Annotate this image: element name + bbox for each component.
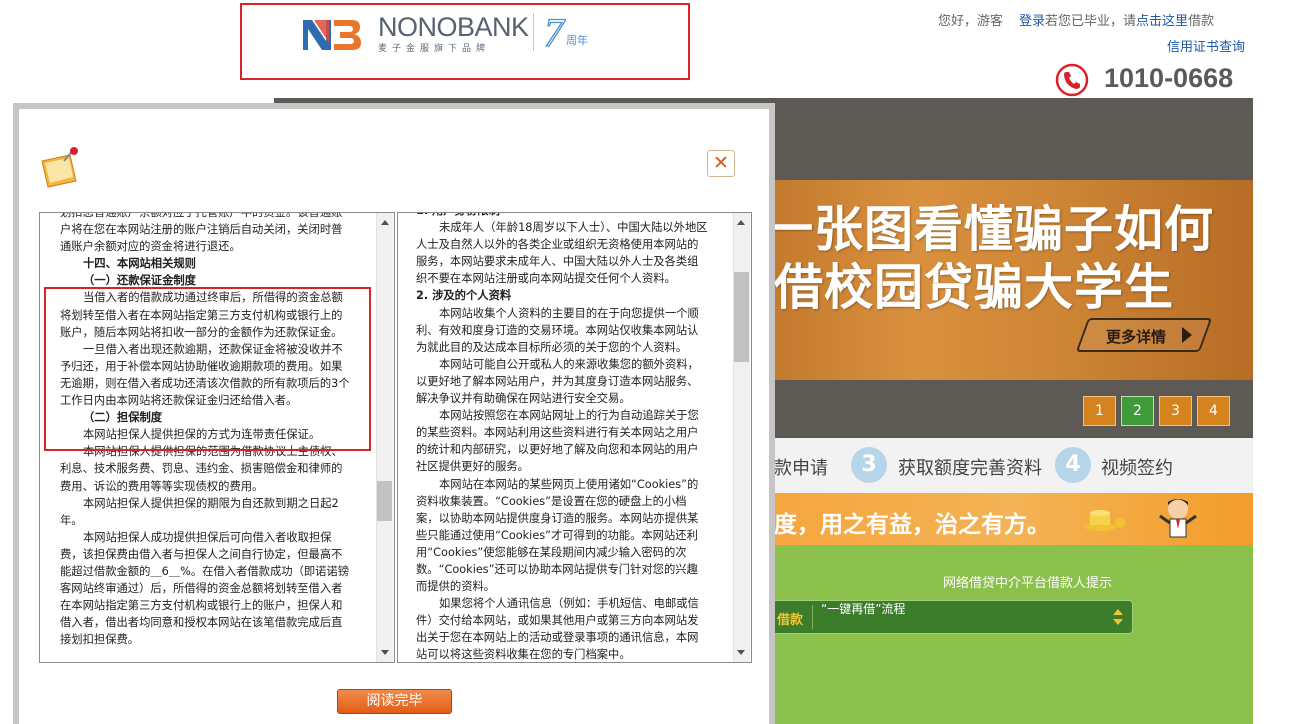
step-3-number: 3 [851, 447, 887, 483]
phone-icon [1055, 63, 1089, 97]
up-down-arrows-icon[interactable] [1112, 606, 1124, 628]
document-pin-icon [41, 147, 78, 188]
right-paragraph: 本网站可能自公开或私人的来源收集您的额外资料，以更好地了解本网站用户，并为其度身… [416, 357, 699, 406]
scroll-up-icon[interactable] [381, 220, 389, 225]
step-4-number: 4 [1055, 447, 1091, 483]
right-paragraph: 未成年人（年龄18周岁以下人士）、中国大陆以外地区人士及自然人以外的各类企业或组… [416, 221, 708, 286]
left-paragraph: 十四、本网站相关规则 [83, 257, 196, 271]
right-paragraph: 如果您将个人通讯信息（例如：手机短信、电邮或信件）交付给本网站，或如果其他用户或… [416, 597, 699, 662]
banner-dot-1[interactable]: 1 [1083, 396, 1116, 426]
hotline-number: 1010-0668 [1104, 63, 1234, 93]
left-paragraph: 划扣您普通账户余额对应于托管账户中的资金。该普通账户将在您在本网站注册的账户注销… [60, 213, 343, 254]
banner-more-label[interactable]: 更多详情 [1106, 326, 1166, 347]
anniversary-number: 7 [544, 10, 566, 54]
read-complete-button[interactable]: 阅读完毕 [337, 689, 452, 714]
banner-dot-3[interactable]: 3 [1159, 396, 1192, 426]
mascot-icon [1159, 499, 1197, 538]
loan-button[interactable]: 借款 [777, 609, 803, 628]
graduate-prefix: 若您已毕业，请 [1045, 14, 1137, 29]
credit-certificate-link[interactable]: 信用证书查询 [1167, 36, 1245, 55]
deposit-clause-highlight [44, 287, 371, 451]
graduate-link[interactable]: 点击这里 [1136, 14, 1188, 29]
anniversary-badge: 7 周年 [543, 9, 588, 54]
anniversary-label: 周年 [566, 33, 588, 47]
graduate-suffix: 借款 [1188, 14, 1215, 29]
brand-subtitle: 麦子金服旗下品牌 [378, 44, 491, 54]
user-greeting: 您好，游客 登录若您已毕业，请点击这里借款 [938, 10, 1214, 29]
slogan-text: 度，用之有益，治之有方。 [774, 512, 1050, 538]
left-scrollbar[interactable] [376, 213, 393, 662]
banner-headline-2: 借校园贷骗大学生 [774, 259, 1175, 316]
coins-icon [1084, 510, 1125, 531]
right-paragraph: 本网站收集个人资料的主要目的在于向您提供一个顺利、有效和度身订造的交易环境。本网… [416, 306, 699, 354]
step-2-label: 款申请 [774, 458, 828, 479]
quick-reborrow-flow-link[interactable]: “一键再借”流程 [821, 600, 905, 617]
logo-divider [533, 13, 534, 51]
left-paragraph: 本网站担保人提供担保的范围为借款协议上主债权、利息、技术服务费、罚息、违约金、损… [60, 445, 343, 493]
scroll-up-icon[interactable] [737, 220, 745, 225]
left-paragraph: 本网站担保人成功提供担保后可向借入者收取担保费，该担保费由借入者与担保人之间自行… [60, 530, 350, 647]
right-paragraph: 2. 涉及的个人资料 [416, 289, 512, 303]
login-link[interactable]: 登录 [1019, 14, 1045, 29]
right-scroll-thumb[interactable] [734, 272, 749, 362]
close-icon[interactable]: ✕ [707, 150, 735, 177]
scroll-down-icon[interactable] [381, 650, 389, 655]
scroll-down-icon[interactable] [737, 650, 745, 655]
nonobank-logo-icon[interactable] [300, 15, 362, 53]
banner-dot-2[interactable]: 2 [1121, 396, 1154, 426]
agreement-text-right: 1. 用户身份限制未成年人（年龄18周岁以下人士）、中国大陆以外地区人士及自然人… [416, 213, 708, 662]
brand-name: NONOBANK [378, 12, 529, 42]
loan-panel-title: 网络借贷中介平台借款人提示 [943, 576, 1113, 591]
left-paragraph: 本网站担保人提供担保的期限为自还款到期之日起2年。 [60, 496, 339, 527]
right-paragraph: 本网站按照您在本网站网址上的行为自动追踪关于您的某些资料。本网站利用这些资料进行… [416, 409, 699, 474]
right-paragraph: 本网站在本网站的某些网页上使用诸如“Cookies”的资料收集装置。“Cooki… [416, 477, 699, 594]
step-4-label: 视频签约 [1101, 458, 1173, 479]
arrow-right-icon [1182, 327, 1192, 343]
banner-dot-4[interactable]: 4 [1197, 396, 1230, 426]
loan-divider [812, 605, 813, 629]
left-scroll-thumb[interactable] [377, 481, 392, 521]
greeting-text: 您好，游客 [938, 14, 1004, 29]
step-3-label: 获取额度完善资料 [898, 458, 1042, 479]
